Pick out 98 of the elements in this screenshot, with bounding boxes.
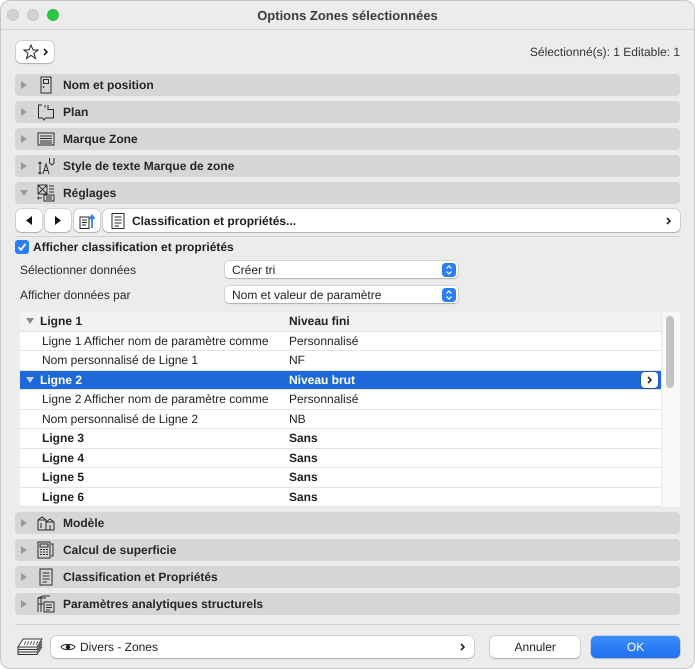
tree-row[interactable]: Ligne 6 Sans — [20, 488, 661, 507]
disclosure-triangle-icon[interactable] — [20, 162, 28, 170]
table-settings-icon — [37, 184, 55, 202]
tree-row[interactable]: Ligne 2 Niveau brut — [20, 370, 661, 390]
section-header[interactable]: Style de texte Marque de zone — [15, 155, 680, 177]
stepper-icon — [442, 288, 456, 302]
layers-icon[interactable] — [17, 638, 43, 656]
section-header[interactable]: Modèle — [15, 512, 680, 534]
favorites-button[interactable] — [16, 41, 54, 63]
eye-icon — [60, 642, 76, 652]
stepper-icon — [442, 262, 456, 276]
value-cell-text: Sans — [289, 490, 319, 504]
calculator-icon — [37, 541, 55, 559]
disclosure-triangle-icon[interactable] — [20, 546, 28, 554]
section-header[interactable]: Paramètres analytiques structurels — [15, 593, 680, 615]
value-cell-text: Sans — [289, 450, 319, 465]
value-cell-text: Personnalisé — [289, 334, 360, 348]
value-cell-text: Personnalisé — [289, 392, 360, 406]
tree-row[interactable]: Nom personnalisé de Ligne 2 NB — [20, 410, 661, 429]
tree-row[interactable]: Ligne 4 Sans — [20, 448, 661, 468]
disclosure-triangle-icon[interactable] — [20, 135, 28, 143]
left-arrow-icon — [26, 216, 32, 225]
value-cell-text: NF — [289, 353, 306, 368]
disclosure-triangle-icon[interactable] — [20, 189, 28, 197]
document-icon — [111, 212, 125, 228]
name-cell: Nom personnalisé de Ligne 2 — [42, 412, 198, 426]
next-button[interactable] — [45, 209, 71, 232]
value-cell-text: Sans — [289, 431, 319, 446]
value-cell-text: NB — [289, 412, 307, 426]
chevron-icon — [666, 216, 671, 224]
window-title: Options Zones sélectionnées — [256, 8, 439, 22]
text-style-icon — [37, 157, 55, 175]
star-icon — [22, 44, 38, 60]
value-cell-text: Niveau brut — [289, 372, 356, 387]
value-cell-text: Niveau fini — [289, 314, 351, 328]
name-cell: Ligne 2 Afficher nom de paramètre comme — [42, 392, 269, 406]
dropdown[interactable]: Créer tri — [225, 261, 458, 278]
chevron-icon — [647, 376, 652, 384]
section-header[interactable]: Calcul de superficie — [15, 539, 680, 561]
row-detail-button[interactable] — [641, 372, 658, 388]
structure-icon — [37, 595, 55, 613]
chevron-icon — [460, 643, 466, 651]
section-title: Modèle — [63, 516, 104, 530]
tree-row[interactable]: Ligne 1 Afficher nom de paramètre comme Personnalisé — [20, 332, 661, 351]
cancel-button[interactable]: Annuler — [490, 636, 580, 658]
section-header[interactable]: Réglages — [15, 182, 680, 204]
dropdown[interactable]: Nom et valeur de paramètre — [225, 286, 458, 303]
zoom-window-icon[interactable] — [47, 9, 59, 21]
disclosure-triangle-icon[interactable] — [26, 317, 34, 326]
name-cell: Ligne 6 — [42, 490, 84, 504]
close-window-icon[interactable] — [7, 9, 19, 21]
name-cell: Ligne 4 — [42, 450, 84, 465]
layer-selector[interactable]: Divers - Zones — [50, 636, 474, 658]
minimize-window-icon[interactable] — [27, 9, 39, 21]
floor-plan-icon — [37, 103, 55, 121]
right-arrow-icon — [55, 216, 61, 225]
disclosure-triangle-icon[interactable] — [20, 81, 28, 89]
ok-button[interactable]: OK — [591, 636, 680, 658]
section-header[interactable]: Marque Zone — [15, 128, 680, 150]
section-title: Nom et position — [63, 78, 154, 92]
section-title: Paramètres analytiques structurels — [63, 597, 264, 611]
scrollbar-thumb[interactable] — [666, 316, 674, 388]
disclosure-triangle-icon[interactable] — [26, 376, 34, 384]
section-title: Réglages — [63, 186, 116, 200]
name-cell: Ligne 1 Afficher nom de paramètre comme — [42, 334, 269, 348]
checkbox[interactable] — [15, 240, 29, 254]
document-arrow-icon — [79, 212, 95, 228]
export-button[interactable] — [74, 209, 100, 232]
section-header[interactable]: Classification et Propriétés — [15, 566, 680, 588]
text-lines-icon — [37, 130, 55, 148]
field-label: Afficher données par — [20, 288, 132, 302]
disclosure-triangle-icon[interactable] — [20, 519, 28, 527]
name-cell: Ligne 3 — [42, 431, 84, 446]
section-title: Style de texte Marque de zone — [63, 159, 234, 173]
name-cell: Ligne 2 — [40, 372, 82, 387]
checkbox-label: Afficher classification et propriétés — [33, 240, 234, 254]
section-title: Classification et Propriétés — [63, 570, 218, 584]
section-header[interactable]: Nom et position — [15, 74, 680, 96]
previous-button[interactable] — [16, 209, 42, 232]
document-icon — [37, 568, 55, 586]
name-cell: Ligne 1 — [40, 314, 82, 328]
field-label: Sélectionner données — [20, 262, 138, 276]
section-title: Calcul de superficie — [63, 543, 176, 557]
scrollbar[interactable] — [661, 312, 680, 507]
disclosure-triangle-icon[interactable] — [20, 108, 28, 116]
disclosure-triangle-icon[interactable] — [20, 600, 28, 608]
value-cell-text: Sans — [289, 470, 319, 484]
chevron-icon — [42, 48, 48, 56]
selection-info: Sélectionné(s): 1 Editable: 1 — [530, 45, 680, 59]
buildings-icon — [37, 514, 55, 532]
panel-selector[interactable]: Classification et propriétés... — [103, 209, 680, 232]
name-cell: Nom personnalisé de Ligne 1 — [42, 353, 198, 368]
section-title: Plan — [63, 105, 88, 119]
section-header[interactable]: Plan — [15, 101, 680, 123]
name-cell: Ligne 5 — [42, 470, 84, 484]
tree-row[interactable]: Ligne 1 Niveau fini — [20, 312, 661, 332]
disclosure-triangle-icon[interactable] — [20, 573, 28, 581]
section-title: Marque Zone — [63, 132, 138, 146]
